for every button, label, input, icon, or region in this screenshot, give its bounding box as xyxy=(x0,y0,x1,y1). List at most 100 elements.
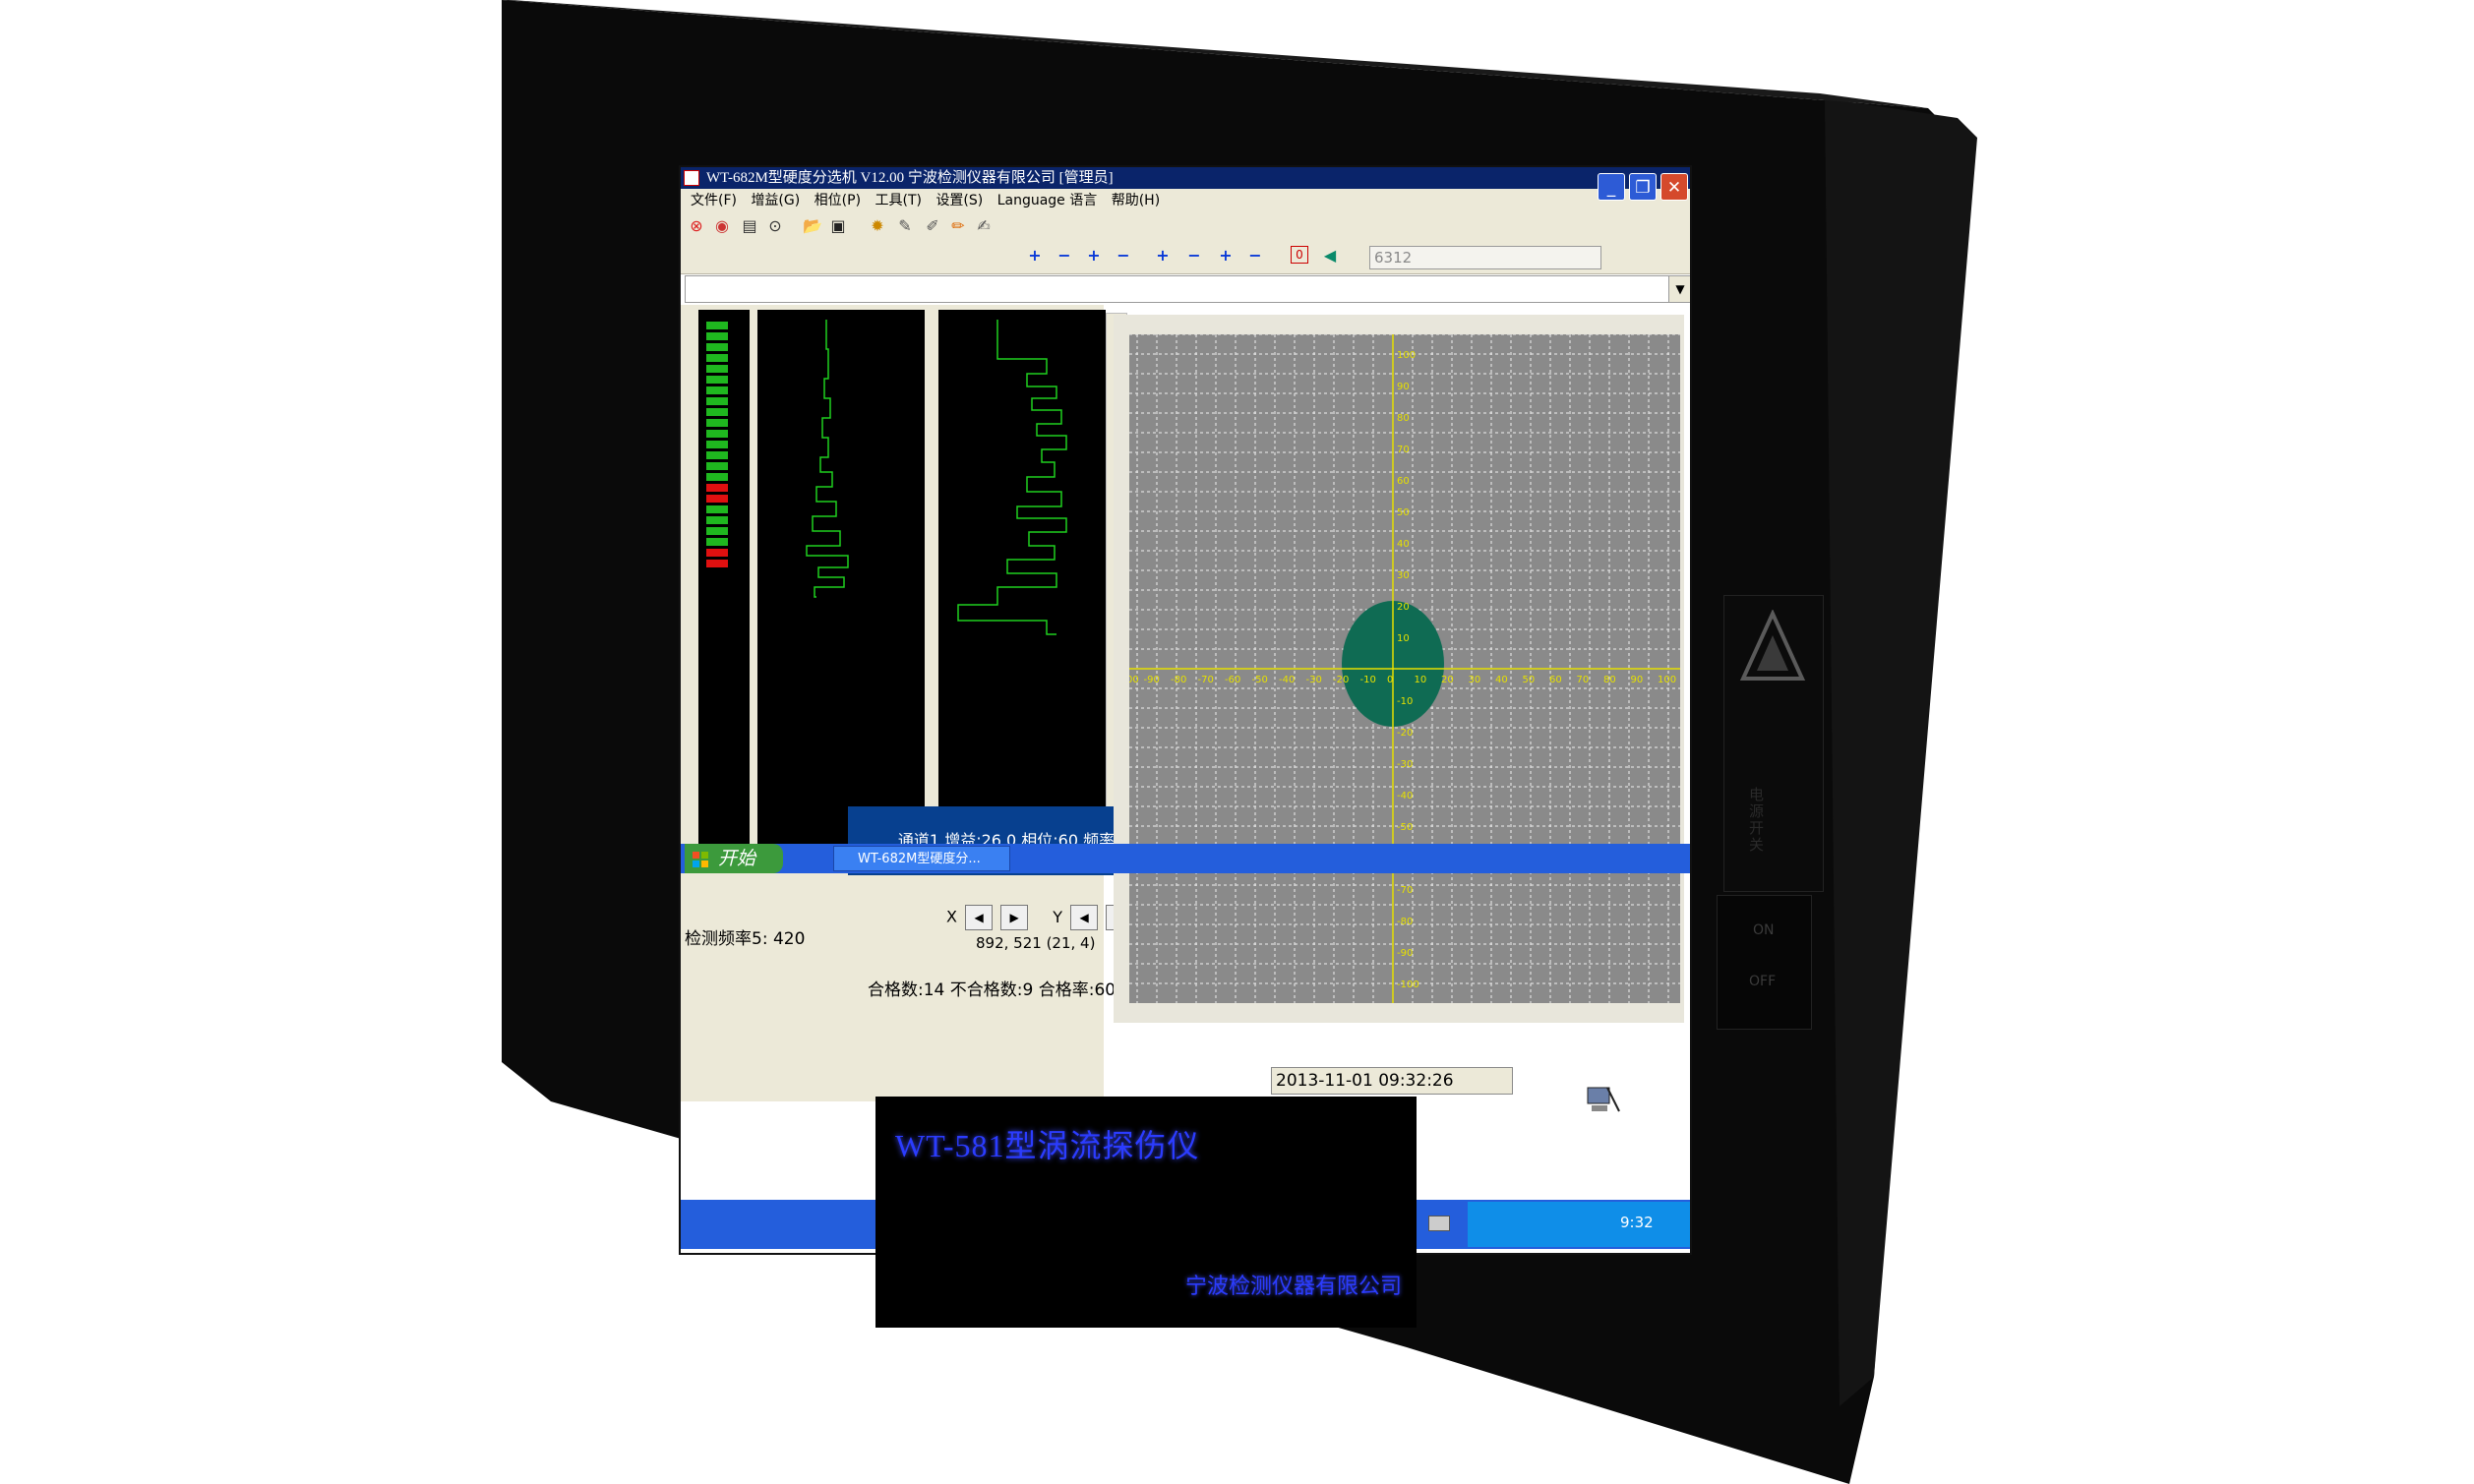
y-tick-label: 70 xyxy=(1397,445,1410,455)
phase-down-icon[interactable]: − xyxy=(1114,246,1133,266)
x-tick-label: 10 xyxy=(1415,675,1427,685)
pencil-icon[interactable]: ✏ xyxy=(948,216,968,236)
y-tick-label: 60 xyxy=(1397,476,1410,487)
zero-icon[interactable]: 0 xyxy=(1291,246,1308,264)
y-left-button[interactable]: ◀ xyxy=(1070,905,1099,930)
stop-icon[interactable]: ⊗ xyxy=(687,216,706,236)
menu-phase[interactable]: 相位(P) xyxy=(815,193,861,208)
led-segment xyxy=(706,505,728,513)
x-tick-label: 50 xyxy=(1523,675,1536,685)
x-right-button[interactable]: ▶ xyxy=(1000,905,1029,930)
xy-readout: 892, 521 (21, 4) xyxy=(976,934,1096,952)
y-tick-label: -40 xyxy=(1397,791,1413,801)
gear-icon[interactable]: ✹ xyxy=(868,216,887,236)
computer-icon[interactable] xyxy=(1586,1082,1621,1117)
led-segment xyxy=(706,527,728,535)
x-tick-label: -60 xyxy=(1225,675,1240,685)
menu-language[interactable]: Language 语言 xyxy=(997,193,1098,208)
angle-up-icon[interactable]: + xyxy=(1216,246,1236,266)
gain-up-icon[interactable]: + xyxy=(1025,246,1045,266)
x-tick-label: 100 xyxy=(1658,675,1676,685)
y-tick-label: -100 xyxy=(1397,979,1419,990)
y-tick-label: 90 xyxy=(1397,382,1410,392)
power-switch-label: 电源开关 xyxy=(1747,787,1765,854)
led-segment xyxy=(706,538,728,546)
y-tick-label: -20 xyxy=(1397,728,1413,739)
phase-up-icon[interactable]: + xyxy=(1084,246,1104,266)
led-segment xyxy=(706,397,728,405)
model-label: WT-581型涡流探伤仪 xyxy=(895,1128,1200,1163)
trace-y xyxy=(957,320,1067,635)
menu-settings[interactable]: 设置(S) xyxy=(935,193,983,208)
led-segment xyxy=(706,343,728,351)
x-tick-label: -80 xyxy=(1171,675,1186,685)
x-tick-label: -10 xyxy=(1360,675,1376,685)
target-icon[interactable]: ⊙ xyxy=(765,216,785,236)
document-icon[interactable]: ▤ xyxy=(740,216,759,236)
led-segment xyxy=(706,376,728,384)
led-segment xyxy=(706,560,728,567)
x-tick-label: 90 xyxy=(1631,675,1644,685)
y-tick-label: -70 xyxy=(1397,885,1413,896)
led-segment xyxy=(706,354,728,362)
x-tick-label: -30 xyxy=(1306,675,1322,685)
trace-x xyxy=(806,320,849,598)
xy-controls: X ◀ ▶ Y ◀ ▶ xyxy=(946,905,1134,930)
led-segment xyxy=(706,322,728,329)
x-tick-label: 70 xyxy=(1577,675,1590,685)
x-tick-label: -90 xyxy=(1144,675,1160,685)
led-segment xyxy=(706,386,728,394)
close-button[interactable]: ✕ xyxy=(1660,173,1688,201)
led-segment xyxy=(706,473,728,481)
maximize-button[interactable]: ❐ xyxy=(1629,173,1657,201)
window-title: WT-682M型硬度分选机 V12.00 宁波检测仪器有限公司 [管理员] xyxy=(681,167,1690,189)
x-tick-label: -50 xyxy=(1252,675,1268,685)
edit-icon[interactable]: ✍ xyxy=(974,216,994,236)
level-meter xyxy=(698,310,750,851)
y-label: Y xyxy=(1053,907,1063,926)
switch-on-label: ON xyxy=(1753,922,1775,938)
detect-frequency: 检测频率5: 420 xyxy=(685,929,806,949)
led-segment xyxy=(706,516,728,524)
signal-strip-y xyxy=(938,310,1106,861)
x-tick-label: 40 xyxy=(1495,675,1508,685)
menu-bar: 文件(F) 增益(G) 相位(P) 工具(T) 设置(S) Language 语… xyxy=(681,189,1690,212)
taskbar-app-button[interactable]: WT-682M型硬度分... xyxy=(833,846,1010,871)
datetime-field: 2013-11-01 09:32:26 xyxy=(1271,1067,1513,1095)
company-label: 宁波检测仪器有限公司 xyxy=(1185,1274,1403,1298)
signal-strip-x xyxy=(757,310,925,861)
power-switch[interactable] xyxy=(1717,895,1812,1030)
menu-file[interactable]: 文件(F) xyxy=(691,193,737,208)
ampl-up-icon[interactable]: + xyxy=(1153,246,1173,266)
led-segment xyxy=(706,549,728,557)
device-id-field[interactable]: 6312 xyxy=(1369,246,1601,269)
x-left-button[interactable]: ◀ xyxy=(965,905,994,930)
keyboard-icon[interactable] xyxy=(1428,1216,1450,1231)
y-tick-label: -50 xyxy=(1397,822,1413,833)
brand-logo-icon xyxy=(1739,610,1806,681)
menu-help[interactable]: 帮助(H) xyxy=(1112,193,1160,208)
app-icon xyxy=(684,170,699,186)
chevron-down-icon[interactable]: ▼ xyxy=(1668,276,1690,302)
channel-combo[interactable]: ▼ xyxy=(685,275,1690,303)
probe-icon[interactable]: ✐ xyxy=(923,216,942,236)
instrument-housing: WT-682M型硬度分选机 V12.00 宁波检测仪器有限公司 [管理员] 文件… xyxy=(0,0,2474,1484)
toolbar-secondary: + − + − + − + − 0 ◀ 6312 xyxy=(681,240,1690,274)
x-tick-label: 80 xyxy=(1603,675,1616,685)
menu-tools[interactable]: 工具(T) xyxy=(875,193,922,208)
record-icon[interactable]: ◉ xyxy=(712,216,732,236)
x-tick-label: -70 xyxy=(1198,675,1214,685)
y-tick-label: -90 xyxy=(1397,948,1413,959)
y-tick-label: 10 xyxy=(1397,633,1410,644)
ampl-down-icon[interactable]: − xyxy=(1184,246,1204,266)
windows-flag-icon xyxy=(693,852,708,867)
save-icon[interactable]: ▣ xyxy=(828,216,848,236)
minimize-button[interactable]: _ xyxy=(1598,173,1625,201)
tools-icon[interactable]: ✎ xyxy=(895,216,915,236)
exit-icon[interactable]: ◀ xyxy=(1320,246,1340,266)
led-segment xyxy=(706,495,728,503)
gain-down-icon[interactable]: − xyxy=(1055,246,1074,266)
angle-down-icon[interactable]: − xyxy=(1245,246,1265,266)
menu-gain[interactable]: 增益(G) xyxy=(751,193,800,208)
open-folder-icon[interactable]: 📂 xyxy=(803,216,822,236)
